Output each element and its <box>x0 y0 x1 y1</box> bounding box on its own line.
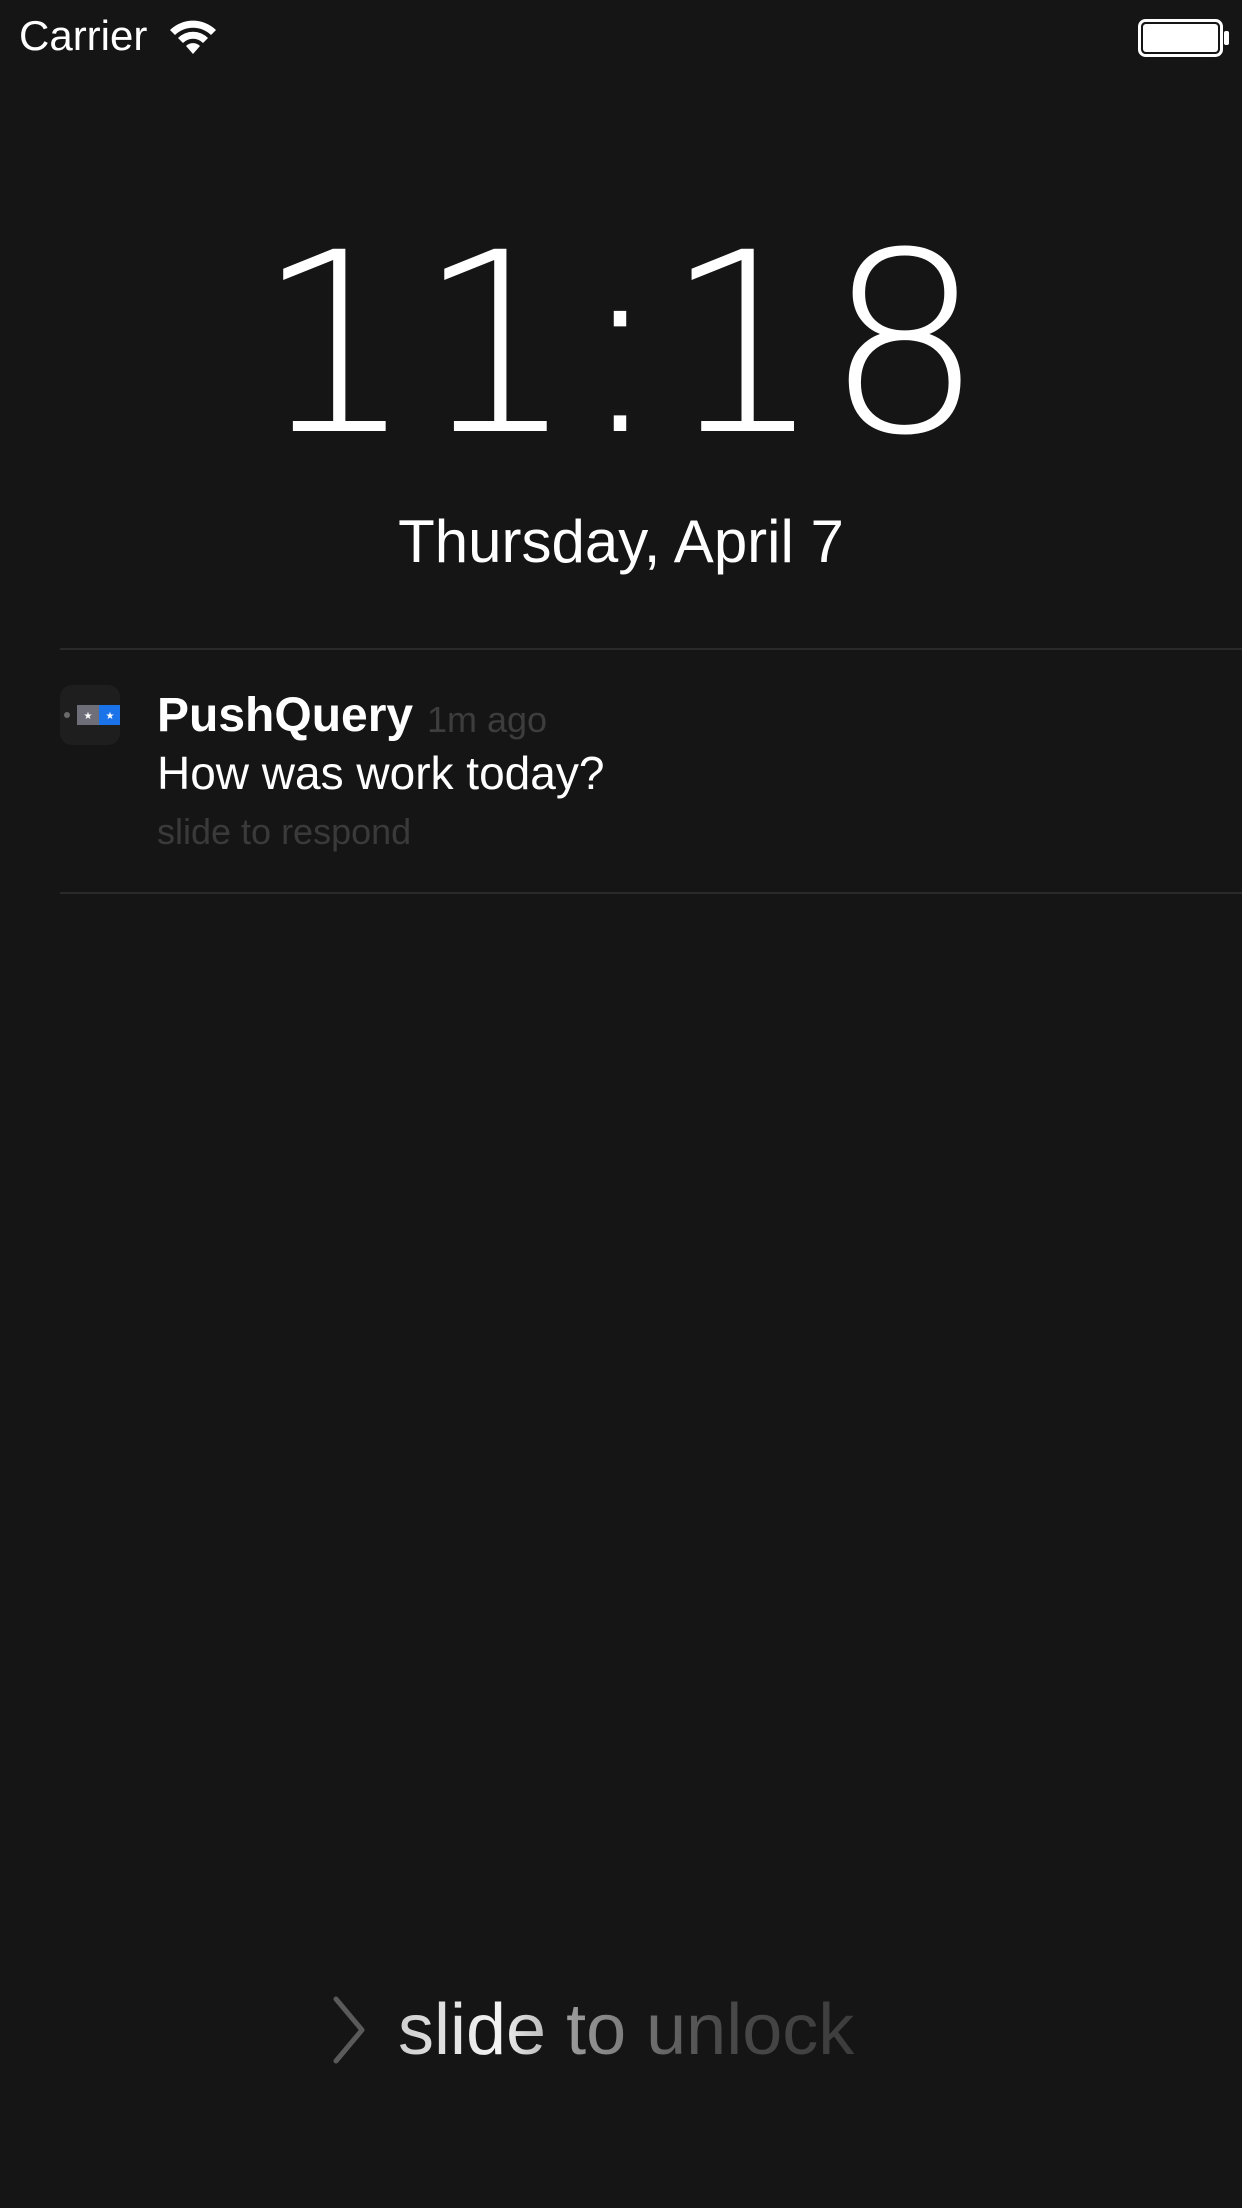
lock-screen: Carrier 11:18 Thursday, April 7 ★ ★ Push… <box>0 0 1242 2208</box>
notification-time-ago: 1m ago <box>427 699 548 740</box>
carrier-label: Carrier <box>19 12 148 59</box>
notification-divider-bottom <box>60 892 1242 894</box>
slide-to-unlock-label: slide to unlock <box>398 1985 854 2075</box>
lock-screen-date: Thursday, April 7 <box>398 508 844 575</box>
slide-to-unlock[interactable]: slide to unlock <box>0 1985 1242 2075</box>
svg-text:★: ★ <box>84 711 93 722</box>
notification-app-name: PushQuery <box>157 689 414 742</box>
battery-icon <box>1138 19 1229 57</box>
notification-message: How was work today? <box>157 747 605 799</box>
lock-screen-time: 11:18 <box>255 199 987 490</box>
svg-text:★: ★ <box>106 711 115 722</box>
notification-card[interactable]: ★ ★ PushQuery 1m ago How was work today?… <box>60 650 1242 892</box>
chevron-right-icon <box>333 1996 365 2064</box>
pushquery-app-icon: ★ ★ <box>60 685 121 745</box>
wifi-icon <box>170 20 216 54</box>
status-bar: Carrier <box>0 0 1242 72</box>
slide-to-respond-hint[interactable]: slide to respond <box>157 810 411 854</box>
